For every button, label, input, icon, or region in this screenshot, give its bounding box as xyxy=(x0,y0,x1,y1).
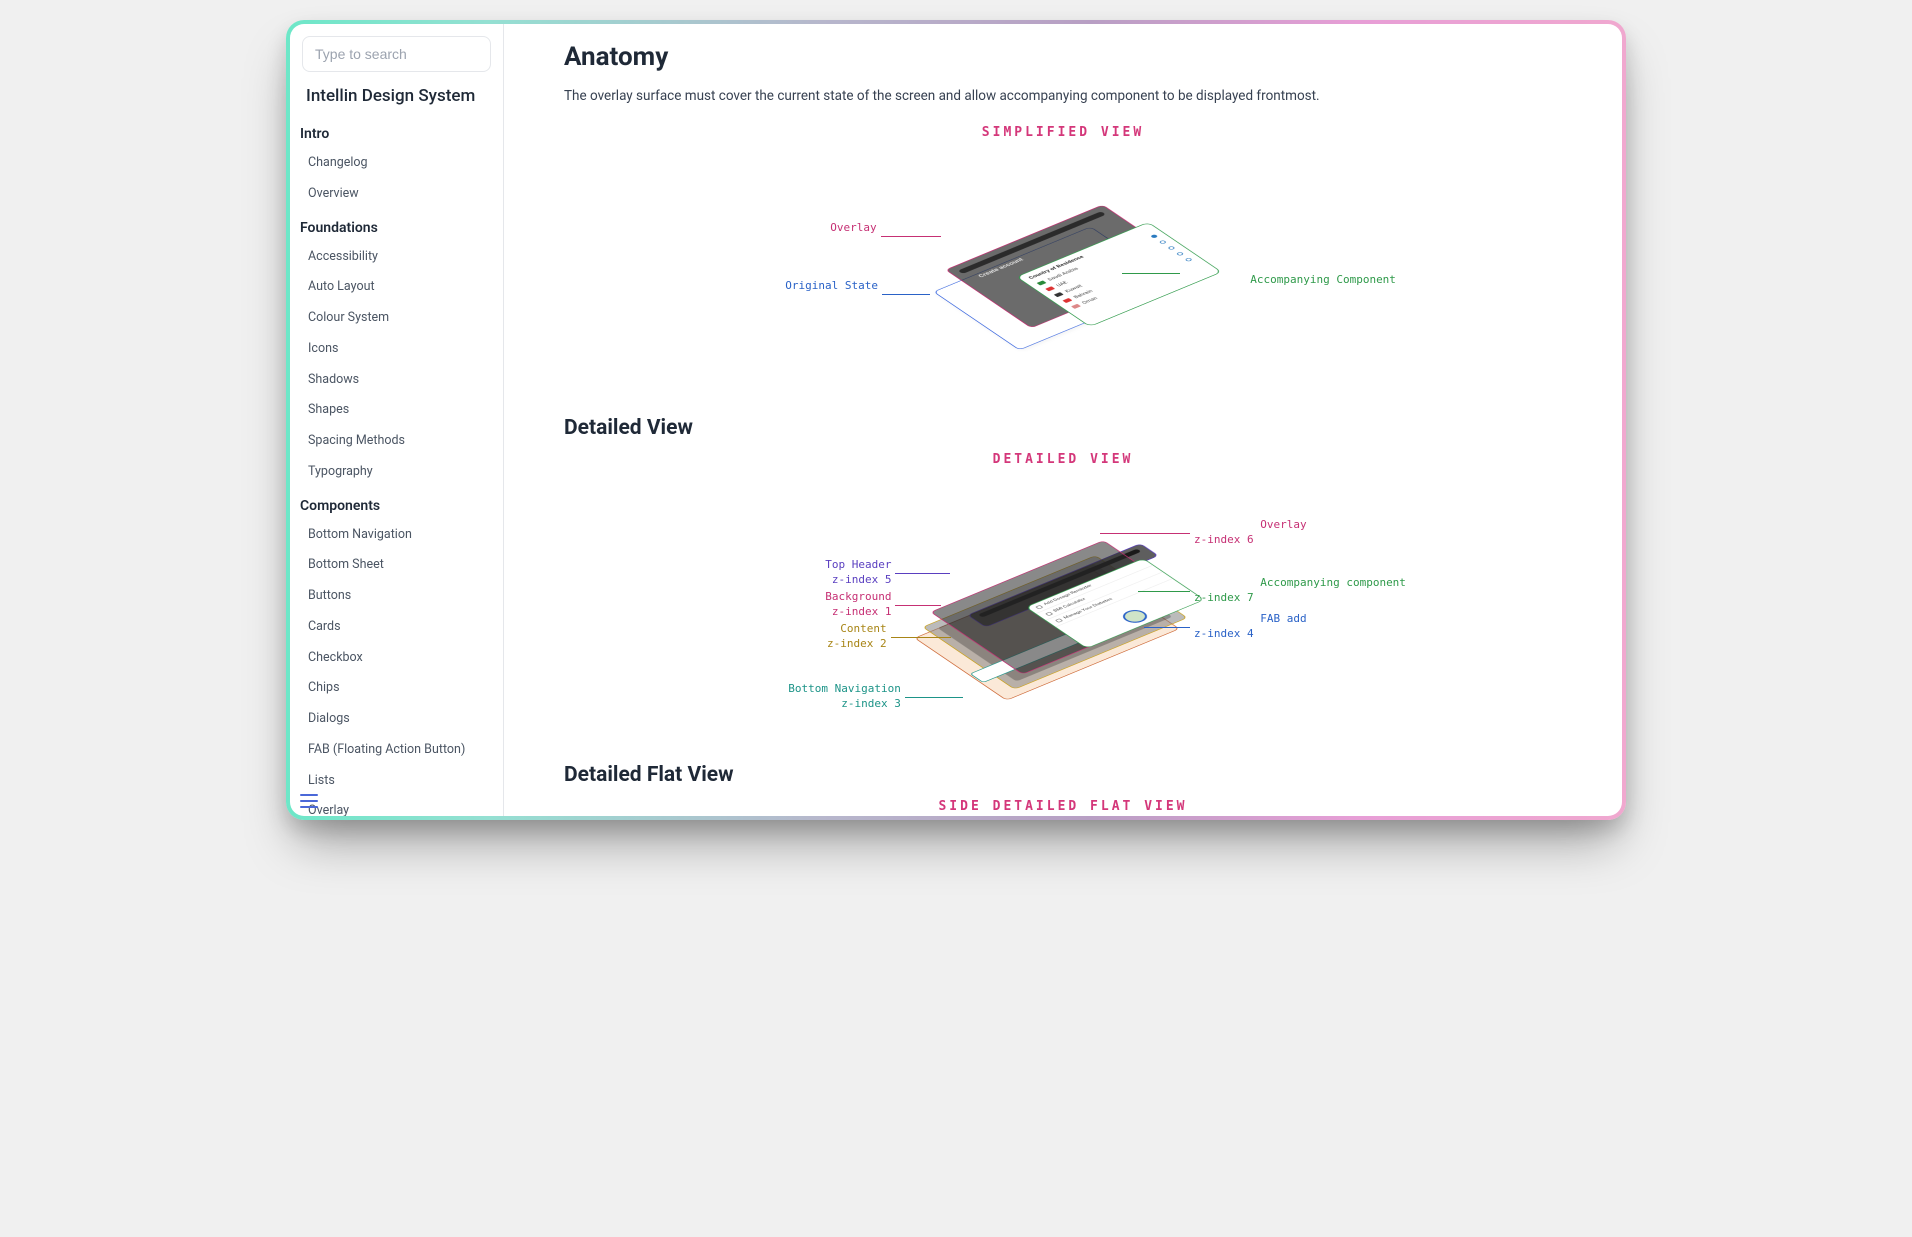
nav-item-lists[interactable]: Lists xyxy=(290,766,503,797)
nav-item-fab[interactable]: FAB (Floating Action Button) xyxy=(290,735,503,766)
sheet-row: Oman xyxy=(1081,296,1100,305)
menu-icon[interactable] xyxy=(300,794,318,808)
nav-group-intro[interactable]: Intro xyxy=(290,116,503,148)
callout-accompanying: Accompanying Component xyxy=(1184,243,1396,302)
nav-item-checkbox[interactable]: Checkbox xyxy=(290,643,503,674)
nav-item-spacing-methods[interactable]: Spacing Methods xyxy=(290,426,503,457)
nav-group-components[interactable]: Components xyxy=(290,488,503,520)
nav-item-accessibility[interactable]: Accessibility xyxy=(290,242,503,273)
nav-item-bottom-navigation[interactable]: Bottom Navigation xyxy=(290,520,503,551)
page-lead: The overlay surface must cover the curre… xyxy=(564,86,1562,107)
nav-item-overview[interactable]: Overview xyxy=(290,179,503,210)
callout-fab-z: FAB add z-index 4 xyxy=(1194,597,1307,656)
nav-item-changelog[interactable]: Changelog xyxy=(290,148,503,179)
callout-original-state: Original State xyxy=(719,264,878,323)
heading-detailed-view: Detailed View xyxy=(564,416,1562,440)
overlay-screen-title: Create account xyxy=(977,257,1025,279)
callout-overlay-z: Overlay z-index 6 xyxy=(1194,503,1307,562)
nav-item-shadows[interactable]: Shadows xyxy=(290,365,503,396)
nav-item-buttons[interactable]: Buttons xyxy=(290,581,503,612)
app-window: Intellin Design System Intro Changelog O… xyxy=(290,24,1622,816)
nav-item-typography[interactable]: Typography xyxy=(290,457,503,488)
callout-overlay: Overlay xyxy=(764,206,877,265)
figure-title-simplified: SIMPLIFIED VIEW xyxy=(564,125,1562,140)
nav-item-colour-system[interactable]: Colour System xyxy=(290,303,503,334)
nav-item-dialogs[interactable]: Dialogs xyxy=(290,704,503,735)
callout-bottom-nav: Bottom Navigation z-index 3 xyxy=(722,667,901,726)
nav-item-shapes[interactable]: Shapes xyxy=(290,395,503,426)
main-content: Anatomy The overlay surface must cover t… xyxy=(504,24,1622,816)
nav-item-bottom-sheet[interactable]: Bottom Sheet xyxy=(290,550,503,581)
nav-item-cards[interactable]: Cards xyxy=(290,612,503,643)
figure-title-detailed: DETAILED VIEW xyxy=(564,452,1562,467)
nav-item-chips[interactable]: Chips xyxy=(290,673,503,704)
sidebar: Intellin Design System Intro Changelog O… xyxy=(290,24,504,816)
nav-item-auto-layout[interactable]: Auto Layout xyxy=(290,272,503,303)
nav-item-icons[interactable]: Icons xyxy=(290,334,503,365)
callout-content: Content z-index 2 xyxy=(774,607,887,666)
heading-detailed-flat-view: Detailed Flat View xyxy=(564,763,1562,787)
page-title: Anatomy xyxy=(564,42,1562,72)
figure-title-flat: SIDE DETAILED FLAT VIEW xyxy=(564,799,1562,814)
nav-item-overlay[interactable]: Overlay xyxy=(290,796,503,816)
figure-detailed: Add Dosage Reminder BMI Calculator Manag… xyxy=(564,473,1562,733)
brand-title[interactable]: Intellin Design System xyxy=(290,86,503,116)
search-input[interactable] xyxy=(302,36,491,72)
nav-group-foundations[interactable]: Foundations xyxy=(290,210,503,242)
figure-simplified: Create account Country of Residence Saud… xyxy=(564,146,1562,386)
window-frame: Intellin Design System Intro Changelog O… xyxy=(286,20,1626,820)
